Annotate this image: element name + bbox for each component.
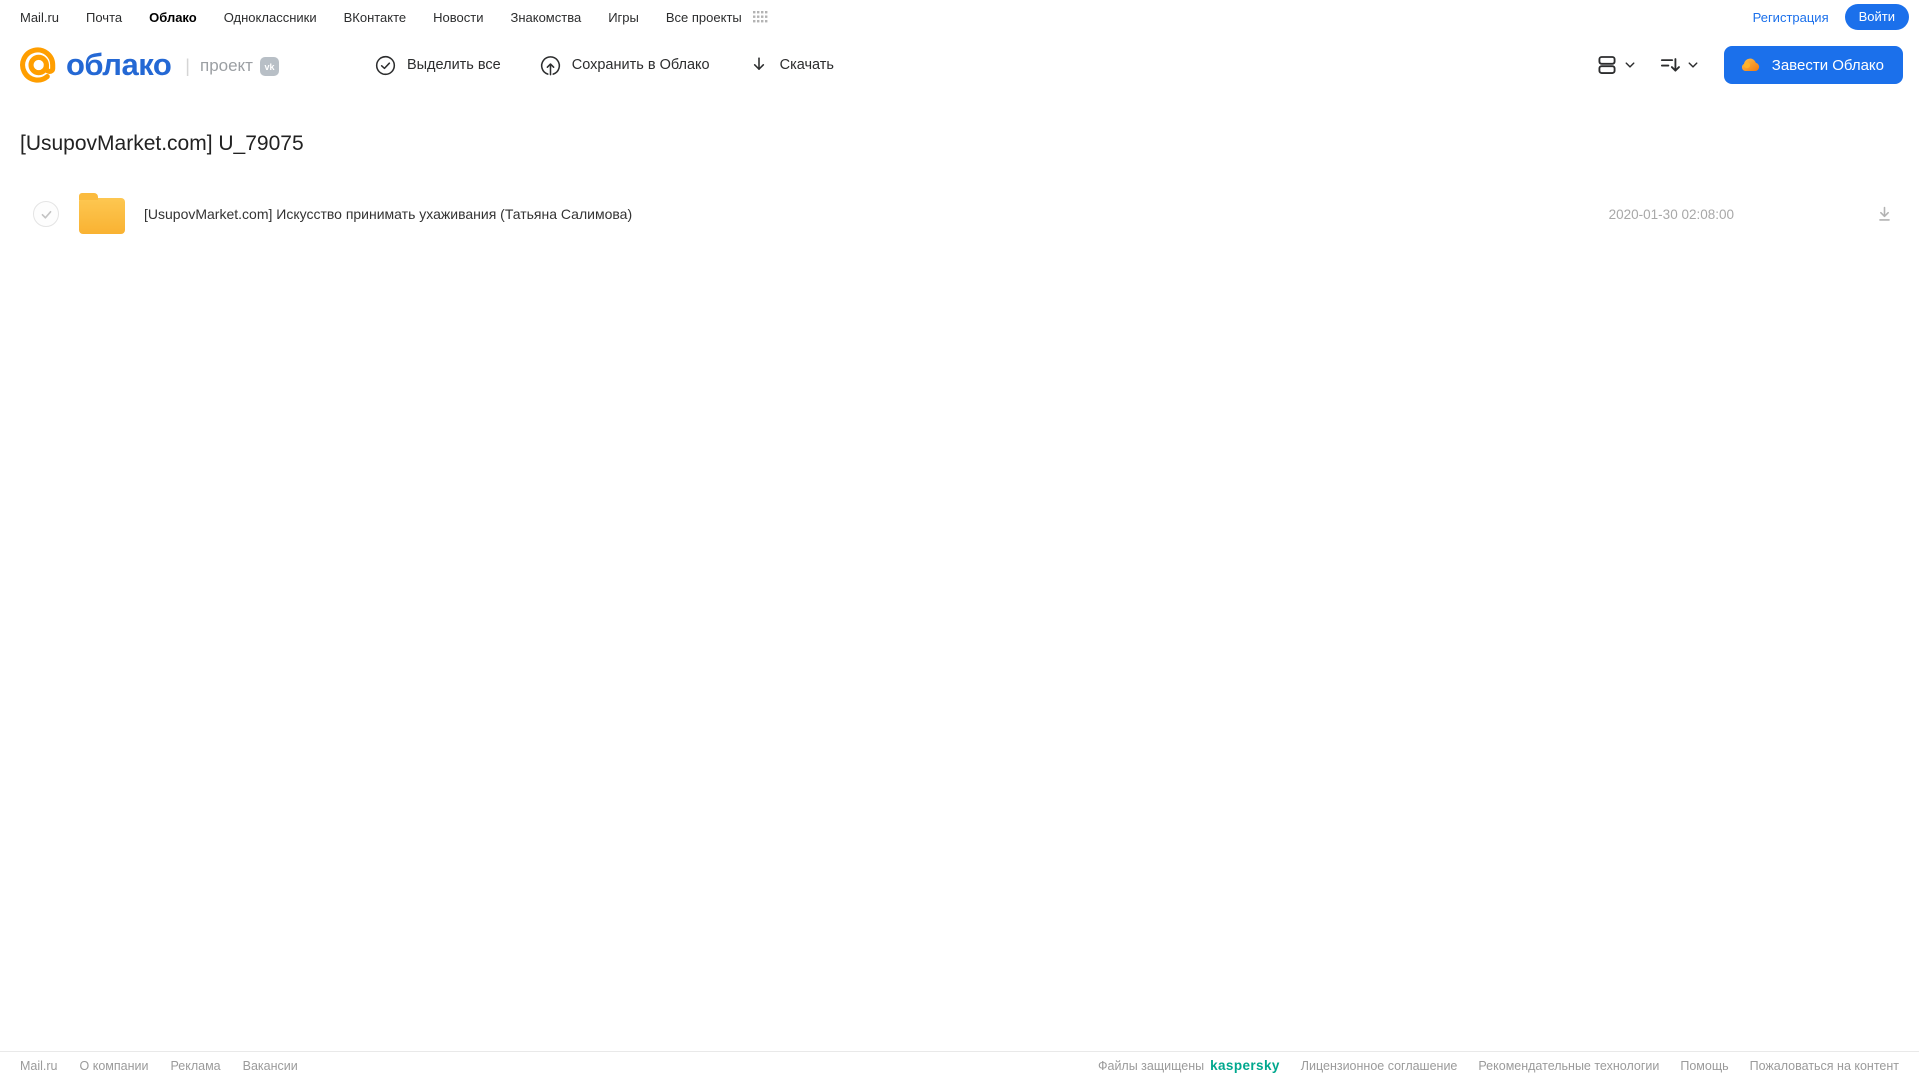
project-label: проект [199,56,253,75]
files-protected-note: Файлы защищены kaspersky [1098,1058,1280,1073]
download-icon [748,54,770,76]
footer-link-mailru[interactable]: Mail.ru [20,1059,58,1073]
cloud-upload-icon [539,54,562,77]
footer: Mail.ru О компании Реклама Вакансии Файл… [0,1051,1919,1079]
mailru-at-icon [17,44,59,86]
footer-link-about[interactable]: О компании [80,1059,149,1073]
download-button[interactable]: Скачать [748,54,834,76]
footer-link-license[interactable]: Лицензионное соглашение [1301,1059,1458,1073]
logo-separator: | [185,55,190,76]
get-cloud-button[interactable]: Завести Облако [1723,46,1903,84]
sort-toggle[interactable] [1657,52,1702,78]
folder-icon[interactable] [79,193,125,234]
portal-nav: Mail.ru Почта Облако Одноклассники ВКонт… [0,0,1919,34]
logo-wordmark: облако [66,47,172,82]
chevron-down-icon [1625,62,1635,68]
portal-link-news[interactable]: Новости [433,10,483,25]
footer-link-report-content[interactable]: Пожаловаться на контент [1750,1059,1899,1073]
cloud-logo[interactable]: облако [17,44,172,86]
footer-right-links: Файлы защищены kaspersky Лицензионное со… [1098,1058,1899,1073]
file-date: 2020-01-30 02:08:00 [1608,206,1734,222]
file-name-link[interactable]: [UsupovMarket.com] Искусство принимать у… [144,206,632,222]
portal-link-mailru[interactable]: Mail.ru [20,10,59,25]
portal-link-odnoklassniki[interactable]: Одноклассники [224,10,317,25]
download-label: Скачать [779,57,834,73]
row-download-button[interactable] [1874,204,1895,225]
app-header: облако | проект vk Выделить все Сохранит… [0,34,1919,96]
kaspersky-logo[interactable]: kaspersky [1210,1058,1280,1073]
portal-link-cloud[interactable]: Облако [149,10,197,25]
chevron-down-icon [1688,62,1698,68]
footer-left-links: Mail.ru О компании Реклама Вакансии [20,1059,298,1073]
save-to-cloud-label: Сохранить в Облако [571,57,710,73]
apps-grid-icon[interactable] [752,11,768,23]
view-controls: Завести Облако [1576,46,1903,84]
portal-nav-right: Регистрация Войти [1753,4,1909,30]
row-checkbox[interactable] [33,201,59,227]
login-button[interactable]: Войти [1844,4,1909,30]
vk-badge-icon: vk [259,57,279,76]
portal-link-vkontakte[interactable]: ВКонтакте [344,10,407,25]
registration-link[interactable]: Регистрация [1753,10,1829,25]
portal-link-mail[interactable]: Почта [86,10,122,25]
cloud-icon [1738,53,1762,77]
list-view-icon [1598,56,1616,74]
files-protected-label: Файлы защищены [1097,1058,1205,1073]
select-all-button[interactable]: Выделить все [374,54,501,77]
footer-link-jobs[interactable]: Вакансии [243,1059,298,1073]
portal-link-games[interactable]: Игры [608,10,639,25]
portal-link-dating[interactable]: Знакомства [510,10,581,25]
check-icon [41,210,51,219]
download-icon [1879,206,1890,221]
footer-link-ads[interactable]: Реклама [170,1059,220,1073]
check-circle-icon [374,54,397,77]
page-title: [UsupovMarket.com] U_79075 [20,132,304,155]
file-toolbar: Выделить все Сохранить в Облако Скачать [374,54,834,77]
footer-link-recommendation-tech[interactable]: Рекомендательные технологии [1478,1059,1659,1073]
file-row[interactable]: [UsupovMarket.com] Искусство принимать у… [0,190,1919,238]
portal-link-all-projects[interactable]: Все проекты [666,10,742,25]
save-to-cloud-button[interactable]: Сохранить в Облако [539,54,710,77]
sort-icon [1660,58,1680,72]
get-cloud-label: Завести Облако [1771,56,1884,74]
footer-link-help[interactable]: Помощь [1680,1059,1728,1073]
select-all-label: Выделить все [406,57,501,73]
view-mode-toggle[interactable] [1594,52,1639,78]
